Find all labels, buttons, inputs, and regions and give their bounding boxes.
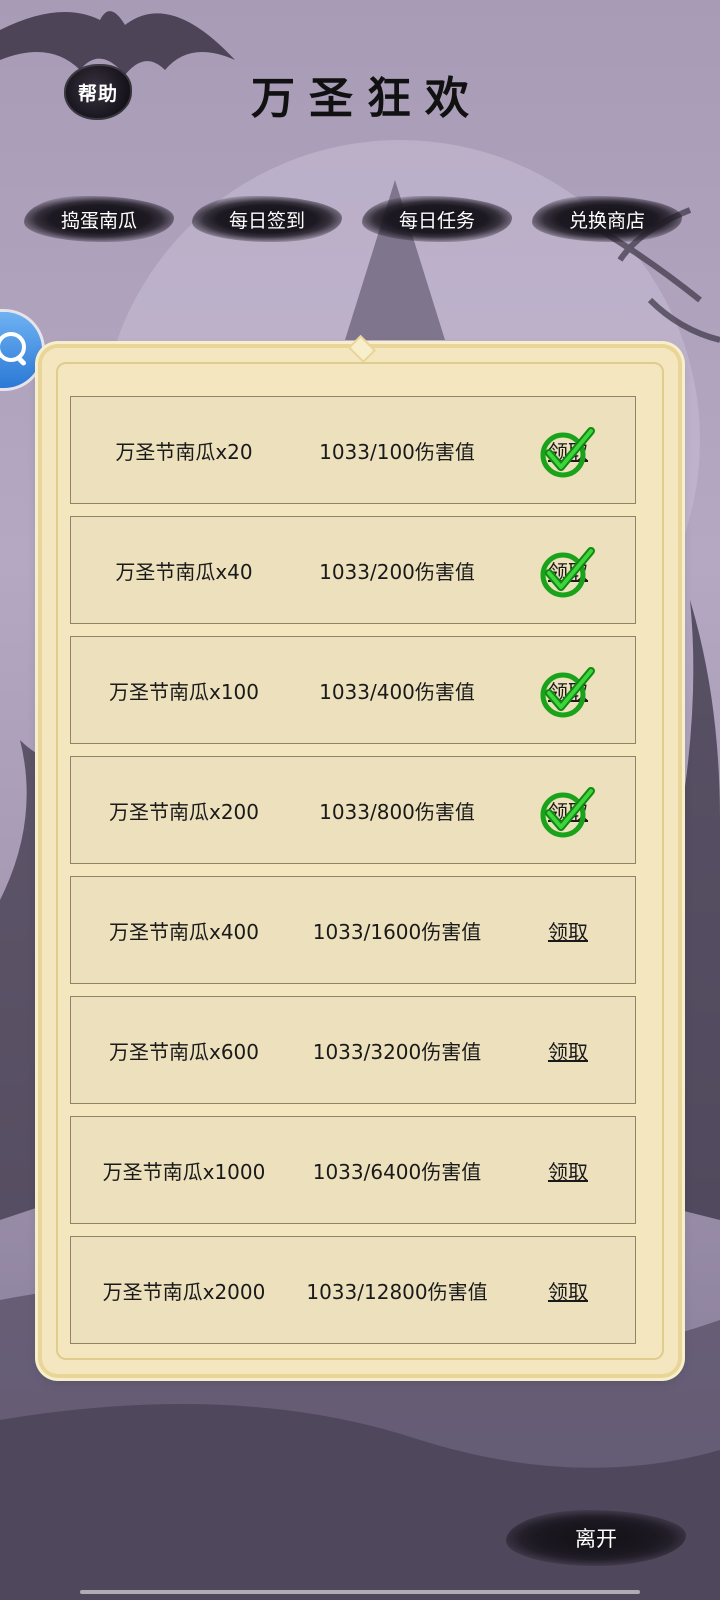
reward-item: 万圣节南瓜x40	[115, 559, 253, 584]
claim-button[interactable]: 领取	[533, 877, 603, 983]
reward-item: 万圣节南瓜x100	[108, 679, 259, 704]
reward-row: 万圣节南瓜x1000 1033/6400伤害值 领取	[70, 1116, 636, 1224]
reward-item: 万圣节南瓜x20	[115, 439, 253, 464]
reward-progress: 1033/400伤害值	[319, 679, 475, 704]
reward-row: 万圣节南瓜x40 1033/200伤害值 领取	[70, 516, 636, 624]
tab-exchange-shop[interactable]: 兑换商店	[532, 196, 682, 242]
side-search-button[interactable]	[0, 312, 42, 388]
reward-item: 万圣节南瓜x400	[108, 919, 259, 944]
reward-row: 万圣节南瓜x2000 1033/12800伤害值 领取	[70, 1236, 636, 1344]
reward-row: 万圣节南瓜x100 1033/400伤害值 领取	[70, 636, 636, 744]
tab-bar: 捣蛋南瓜 每日签到 每日任务 兑换商店	[24, 196, 696, 242]
claim-button[interactable]: 领取	[533, 997, 603, 1103]
tab-daily-checkin[interactable]: 每日签到	[192, 196, 342, 242]
reward-item: 万圣节南瓜x2000	[102, 1279, 266, 1304]
claim-label: 领取	[548, 1039, 588, 1064]
leave-button[interactable]: 离开	[506, 1510, 686, 1566]
check-icon	[540, 787, 595, 838]
page-title: 万圣狂欢	[251, 73, 483, 124]
panel-ornament	[347, 334, 377, 364]
check-icon	[540, 667, 595, 718]
check-icon	[540, 427, 595, 478]
claim-button[interactable]: 领取	[533, 1117, 603, 1223]
tab-smash-pumpkin[interactable]: 捣蛋南瓜	[24, 196, 174, 242]
reward-progress: 1033/800伤害值	[319, 799, 475, 824]
reward-panel: 万圣节南瓜x20 1033/100伤害值 领取 万圣节南瓜x40 1033/20…	[42, 334, 678, 1374]
reward-row: 万圣节南瓜x20 1033/100伤害值 领取	[70, 396, 636, 504]
claim-button[interactable]: 领取	[533, 637, 603, 743]
claim-label: 领取	[548, 1159, 588, 1184]
reward-row: 万圣节南瓜x400 1033/1600伤害值 领取	[70, 876, 636, 984]
reward-progress: 1033/1600伤害值	[312, 919, 482, 944]
home-indicator[interactable]	[80, 1590, 640, 1594]
check-icon	[540, 547, 595, 598]
claim-button[interactable]: 领取	[533, 757, 603, 863]
reward-progress: 1033/6400伤害值	[312, 1159, 482, 1184]
claim-button[interactable]: 领取	[533, 1237, 603, 1343]
reward-progress: 1033/100伤害值	[319, 439, 475, 464]
search-icon-handle	[14, 354, 28, 367]
reward-item: 万圣节南瓜x600	[108, 1039, 259, 1064]
tab-daily-tasks[interactable]: 每日任务	[362, 196, 512, 242]
reward-row: 万圣节南瓜x200 1033/800伤害值 领取	[70, 756, 636, 864]
claim-button[interactable]: 领取	[533, 517, 603, 623]
claim-label: 领取	[548, 1279, 588, 1304]
reward-row: 万圣节南瓜x600 1033/3200伤害值 领取	[70, 996, 636, 1104]
reward-progress: 1033/3200伤害值	[312, 1039, 482, 1064]
claim-label: 领取	[548, 919, 588, 944]
claim-button[interactable]: 领取	[533, 397, 603, 503]
reward-progress: 1033/12800伤害值	[306, 1279, 488, 1304]
reward-item: 万圣节南瓜x1000	[102, 1159, 266, 1184]
reward-progress: 1033/200伤害值	[319, 559, 475, 584]
reward-item: 万圣节南瓜x200	[108, 799, 259, 824]
